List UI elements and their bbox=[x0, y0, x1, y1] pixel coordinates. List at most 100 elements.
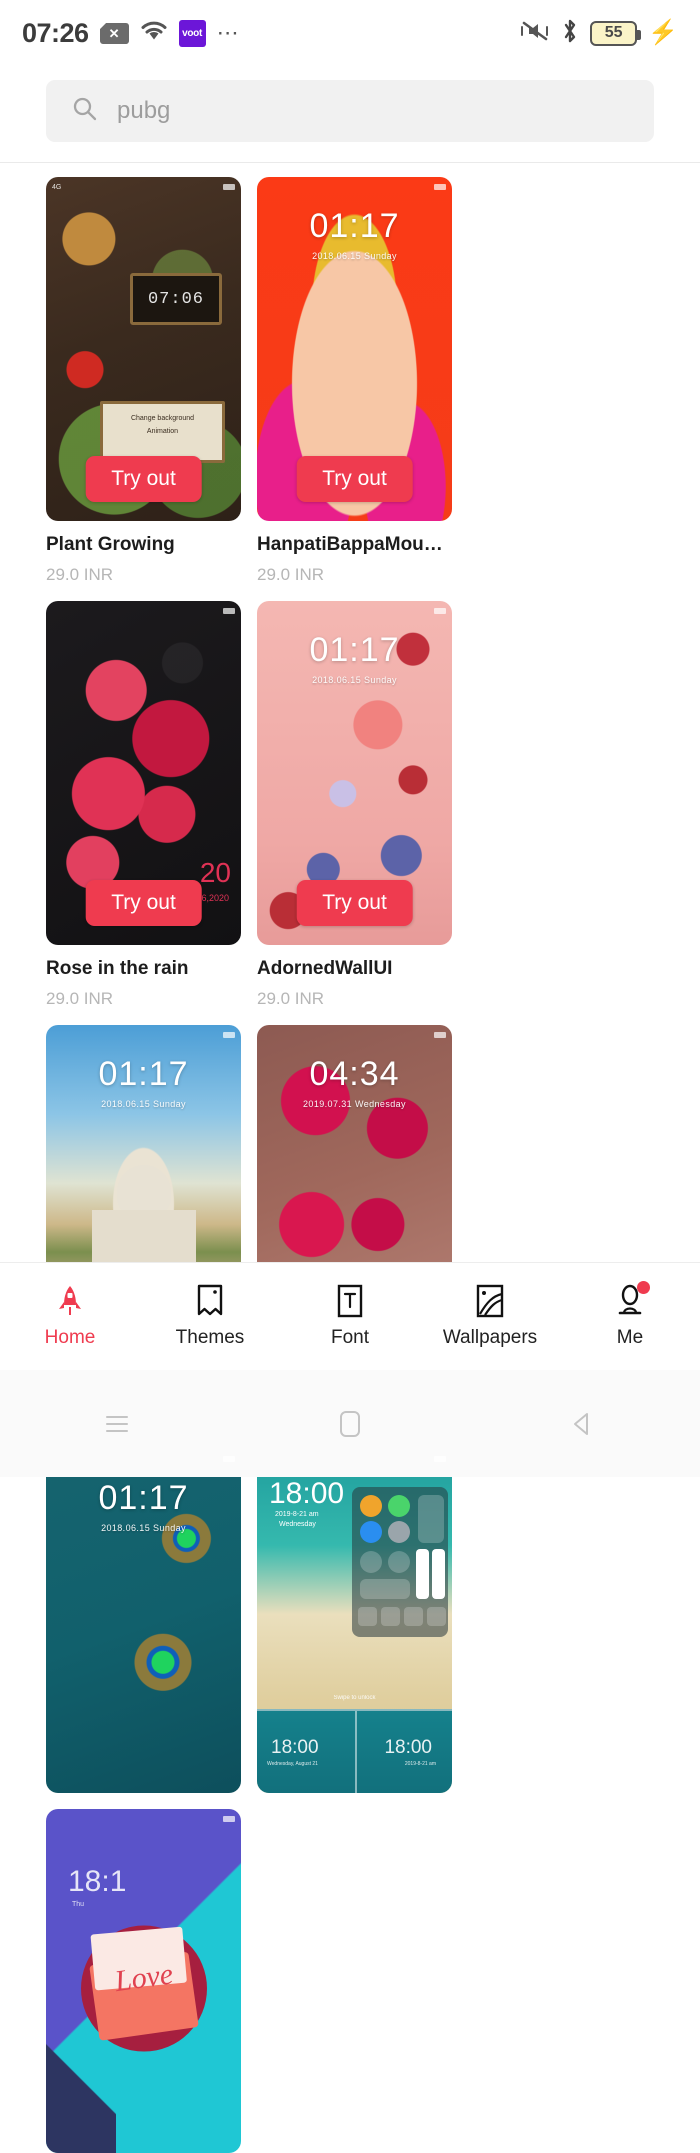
thumb-sign: Change background Animation bbox=[100, 401, 225, 463]
bottom-navigation: Home Themes Font Wallpapers Me bbox=[0, 1262, 700, 1370]
thumb-sub-time-left: 18:00 bbox=[271, 1737, 319, 1758]
theme-thumbnail[interactable]: 20 26,2020 Try out bbox=[46, 601, 241, 945]
thumb-status-bar bbox=[46, 1029, 241, 1041]
theme-title: AdornedWallUI bbox=[257, 958, 393, 979]
search-input[interactable]: pubg bbox=[46, 80, 654, 142]
thumb-date: 2019.07.31 Wednesday bbox=[303, 1099, 406, 1109]
theme-price: 29.0 INR bbox=[46, 989, 114, 1008]
thumb-date-weekday: Wednesday bbox=[279, 1521, 316, 1528]
thumb-battery-icon bbox=[223, 1816, 235, 1822]
theme-card[interactable]: 01:17 2018.06.15 Sunday Try out HanpatiB… bbox=[257, 177, 452, 585]
thumb-battery-icon bbox=[434, 608, 446, 614]
nav-item-wallpapers[interactable]: Wallpapers bbox=[420, 1284, 560, 1349]
theme-card[interactable]: 20 26,2020 Try out Rose in the rain 29.0… bbox=[46, 601, 241, 1009]
try-out-button[interactable]: Try out bbox=[85, 456, 202, 502]
thumb-battery-icon bbox=[223, 184, 235, 190]
thumb-date: 2018.06.15 Sunday bbox=[101, 1523, 186, 1533]
nav-item-themes[interactable]: Themes bbox=[140, 1284, 280, 1349]
thumb-battery-icon bbox=[223, 1032, 235, 1038]
me-badge-dot bbox=[637, 1281, 650, 1294]
theme-card[interactable]: 4G 07:06 Change background Animation Try… bbox=[46, 177, 241, 585]
nav-item-font[interactable]: Font bbox=[280, 1284, 420, 1349]
recents-button[interactable] bbox=[0, 1411, 233, 1437]
search-icon bbox=[72, 96, 97, 126]
wifi-icon bbox=[140, 20, 168, 47]
theme-thumbnail[interactable]: 4G 07:06 Change background Animation Try… bbox=[46, 177, 241, 521]
thumb-status-bar bbox=[257, 1029, 452, 1041]
search-section: pubg bbox=[0, 66, 700, 162]
theme-card[interactable]: 01:17 2018.06.15 Sunday bbox=[46, 1449, 241, 1793]
mute-icon bbox=[520, 19, 550, 48]
nav-item-me[interactable]: Me bbox=[560, 1281, 700, 1349]
nav-label-font: Font bbox=[330, 1327, 370, 1348]
theme-title: HanpatiBappaMou… bbox=[257, 534, 443, 555]
nav-item-home[interactable]: Home bbox=[0, 1284, 140, 1349]
thumb-battery-icon bbox=[223, 608, 235, 614]
bluetooth-icon bbox=[561, 18, 579, 49]
status-bar: 07:26 voot ⋯ 55 ⚡ bbox=[0, 0, 700, 66]
thumb-digital-clock: 07:06 bbox=[130, 273, 222, 325]
try-out-button[interactable]: Try out bbox=[85, 880, 202, 926]
theme-thumbnail[interactable]: 01:17 2018.06.15 Sunday Try out bbox=[257, 601, 452, 945]
nav-label-me: Me bbox=[616, 1327, 644, 1348]
thumb-clock: 18:1 bbox=[68, 1865, 127, 1898]
theme-thumbnail[interactable]: 01:17 2018.06.15 Sunday bbox=[46, 1449, 241, 1793]
thumb-clock: 20 bbox=[199, 857, 231, 888]
ios-control-center bbox=[352, 1487, 448, 1637]
tag-icon bbox=[193, 1284, 227, 1318]
love-corner-shape bbox=[46, 2043, 116, 2153]
menu-icon bbox=[105, 1415, 128, 1432]
status-bar-right: 55 ⚡ bbox=[520, 18, 678, 49]
thumb-clock: 01:17 bbox=[98, 1479, 189, 1517]
nav-label-themes: Themes bbox=[175, 1327, 245, 1348]
theme-card[interactable]: 18:00 2019-8-21 am Wednesday Swipe to un… bbox=[257, 1449, 452, 1793]
theme-price: 29.0 INR bbox=[46, 565, 114, 584]
thumb-status-bar bbox=[46, 605, 241, 617]
thumb-sign-line2: Animation bbox=[146, 428, 179, 436]
nav-label-wallpapers: Wallpapers bbox=[442, 1327, 538, 1348]
thumb-status-bar: 4G bbox=[46, 181, 241, 193]
nav-label-home: Home bbox=[44, 1327, 96, 1348]
thumb-clock: 18:00 bbox=[269, 1477, 345, 1510]
try-out-button[interactable]: Try out bbox=[296, 456, 413, 502]
ios-lower-split: 18:00 18:00 Wednesday, August 21 2019-8-… bbox=[257, 1709, 452, 1793]
theme-grid: 4G 07:06 Change background Animation Try… bbox=[0, 163, 700, 2153]
theme-card[interactable]: 18:1 Thu Love bbox=[46, 1809, 241, 2153]
theme-title: Plant Growing bbox=[46, 534, 175, 555]
thumb-status-bar bbox=[46, 1453, 241, 1465]
thumb-date: 2018.06.15 Sunday bbox=[312, 675, 397, 685]
thumb-date: Thu bbox=[72, 1901, 85, 1908]
thumb-battery-icon bbox=[434, 1456, 446, 1462]
thumb-status-bar bbox=[46, 1813, 241, 1825]
thumb-clock: 04:34 bbox=[309, 1055, 400, 1093]
search-text: pubg bbox=[117, 97, 171, 124]
try-out-button[interactable]: Try out bbox=[296, 880, 413, 926]
back-triangle-icon bbox=[574, 1412, 589, 1435]
theme-price: 29.0 INR bbox=[257, 565, 325, 584]
theme-card[interactable]: 01:17 2018.06.15 Sunday Try out AdornedW… bbox=[257, 601, 452, 1009]
thumb-signal-label: 4G bbox=[52, 183, 62, 191]
thumb-sign-line1: Change background bbox=[130, 415, 195, 422]
image-icon bbox=[473, 1284, 507, 1318]
home-button[interactable] bbox=[233, 1408, 466, 1440]
thumb-clock: 01:17 bbox=[98, 1055, 189, 1093]
theme-thumbnail[interactable]: 01:17 2018.06.15 Sunday Try out bbox=[257, 177, 452, 521]
thumb-clock: 01:17 bbox=[309, 207, 400, 245]
status-more-icon: ⋯ bbox=[216, 20, 240, 45]
thumb-sub-time-right: 18:00 bbox=[384, 1737, 432, 1758]
thumb-date: 2018.06.15 Sunday bbox=[101, 1099, 186, 1109]
back-button[interactable] bbox=[467, 1409, 700, 1439]
thumb-date: 2019-8-21 am bbox=[275, 1511, 319, 1518]
theme-thumbnail[interactable]: 18:1 Thu Love bbox=[46, 1809, 241, 2153]
theme-thumbnail[interactable]: 18:00 2019-8-21 am Wednesday Swipe to un… bbox=[257, 1449, 452, 1793]
font-t-icon bbox=[333, 1284, 367, 1318]
thumb-sub-date-left: Wednesday, August 21 bbox=[267, 1761, 318, 1767]
theme-price: 29.0 INR bbox=[257, 989, 325, 1008]
rocket-icon bbox=[53, 1284, 87, 1318]
theme-title: Rose in the rain bbox=[46, 958, 189, 979]
thumb-status-bar bbox=[257, 181, 452, 193]
battery-level: 55 bbox=[604, 24, 623, 41]
charging-icon: ⚡ bbox=[648, 19, 678, 46]
thumb-status-bar bbox=[257, 1453, 452, 1465]
thumb-unlock-hint: Swipe to unlock bbox=[333, 1695, 376, 1701]
